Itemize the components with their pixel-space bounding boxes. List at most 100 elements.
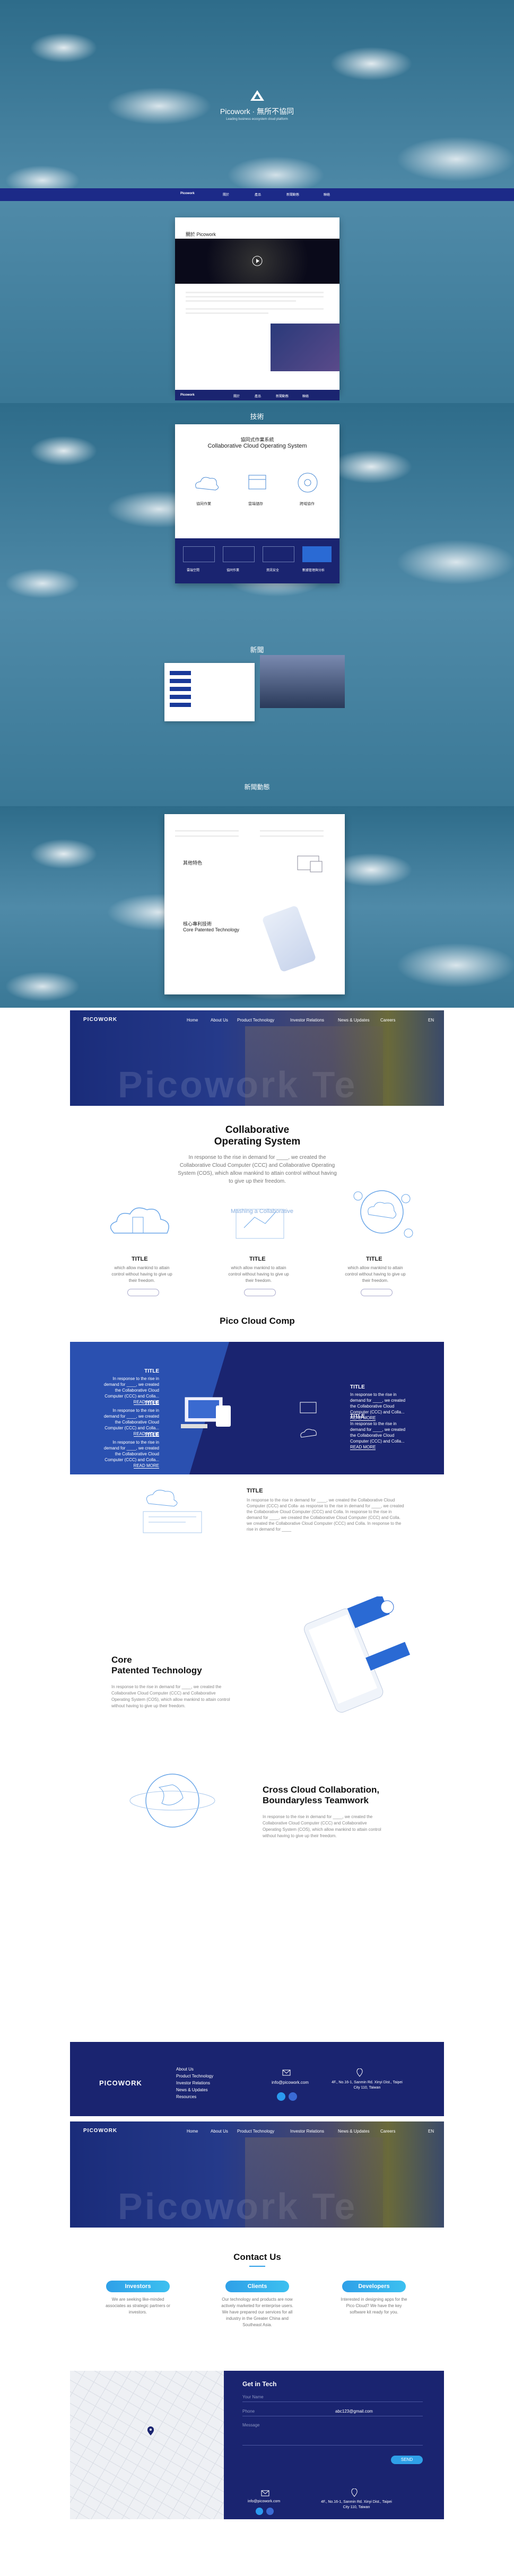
nav-news[interactable]: News & Updates bbox=[338, 2129, 370, 2134]
facebook-icon[interactable] bbox=[289, 2092, 297, 2101]
nav-about[interactable]: About Us bbox=[211, 1018, 228, 1023]
cross-text: In response to the rise in demand for __… bbox=[263, 1814, 381, 1838]
mini-nav-logo[interactable]: Picowork bbox=[180, 394, 195, 397]
core-tech-title-cn: 核心專利技術 bbox=[183, 921, 212, 927]
clients-text: Our technology and products are now acti… bbox=[221, 2297, 293, 2327]
nav-lang[interactable]: EN bbox=[428, 2129, 434, 2134]
tile-data[interactable] bbox=[302, 546, 332, 562]
core-text: In response to the rise in demand for __… bbox=[111, 1684, 230, 1708]
email-field-value[interactable]: abc123@gmail.com bbox=[335, 2409, 373, 2414]
contact-email[interactable]: info@picowork.com bbox=[248, 2500, 280, 2503]
about-section-mock: 關於 Picowork bbox=[175, 217, 339, 392]
comp-icon-right bbox=[298, 1400, 319, 1416]
phone-field-label: Phone bbox=[242, 2409, 255, 2414]
about-title: 關於 Picowork bbox=[186, 232, 216, 237]
send-button[interactable]: SEND bbox=[391, 2456, 423, 2464]
footer-link-resources[interactable]: Resources bbox=[176, 2093, 213, 2100]
mini-nav-bar: Picowork 關於 產品 新聞動態 聯絡 bbox=[0, 188, 514, 201]
footer-email[interactable]: info@picowork.com bbox=[272, 2080, 309, 2085]
footer-link-investor[interactable]: Investor Relations bbox=[176, 2080, 213, 2086]
message-field[interactable] bbox=[242, 2445, 423, 2446]
footer-address: 4F., No.16-1, Sanmin Rd. Xinyi Dist., Ta… bbox=[332, 2081, 403, 2090]
contact-twitter-icon[interactable] bbox=[256, 2508, 263, 2515]
hero-brand: Picowork · 無所不協同 bbox=[220, 107, 294, 116]
about-video-banner[interactable] bbox=[175, 239, 339, 284]
tile-label-3: 資訊安全 bbox=[266, 569, 280, 572]
nav-product[interactable]: Product Technology bbox=[237, 2129, 274, 2134]
mini-nav-news[interactable]: 新聞動態 bbox=[286, 192, 299, 197]
cos-more-button-3[interactable] bbox=[361, 1289, 393, 1296]
cos-section-desc: In response to the rise in demand for __… bbox=[178, 1155, 337, 1184]
mini-nav-product[interactable]: 產品 bbox=[255, 192, 261, 197]
site-logo[interactable]: PICOWORK bbox=[83, 2128, 117, 2134]
comp-feature-text: In response to the rise in demand for __… bbox=[103, 1376, 159, 1399]
mail-icon bbox=[282, 2069, 291, 2076]
tile-collab[interactable] bbox=[223, 546, 255, 562]
developers-text: Interested in designing apps for the Pic… bbox=[341, 2297, 407, 2315]
contact-form-panel: Get in Tech Your Name Phone abc123@gmail… bbox=[224, 2371, 444, 2519]
nav-home[interactable]: Home bbox=[187, 1018, 198, 1023]
nav-product[interactable]: Product Technology bbox=[237, 1018, 274, 1023]
hero-logo-mark bbox=[250, 90, 264, 101]
mini-nav-about[interactable]: 關於 bbox=[223, 192, 229, 197]
nav-about[interactable]: About Us bbox=[211, 2129, 228, 2134]
news-title: 新聞 bbox=[250, 646, 264, 654]
comp-feature-title: TITLE bbox=[144, 1400, 159, 1406]
cross-title-line1: Cross Cloud Collaboration, bbox=[263, 1785, 380, 1795]
news-bottom-title: 新聞動態 bbox=[244, 783, 270, 791]
message-field-label: Message bbox=[242, 2423, 260, 2427]
site-logo[interactable]: PICOWORK bbox=[83, 1017, 117, 1023]
cos-more-button-2[interactable] bbox=[244, 1289, 276, 1296]
cos-item-text-1: which allow mankind to attain control wi… bbox=[111, 1265, 172, 1283]
contact-address: 4F., No.16-1, Sanmin Rd. Xinyi Dist., Ta… bbox=[321, 2500, 392, 2509]
play-icon[interactable] bbox=[252, 256, 263, 266]
mini-nav-product[interactable]: 產品 bbox=[255, 394, 261, 398]
comp-feature-title: TITLE bbox=[350, 1384, 365, 1390]
cos-section-title: Collaborative Operating System bbox=[214, 1124, 301, 1147]
about-text-block bbox=[186, 292, 324, 314]
mini-nav-contact[interactable]: 聯絡 bbox=[324, 192, 330, 197]
footer-logo[interactable]: PICOWORK bbox=[99, 2079, 142, 2087]
footer-link-news[interactable]: News & Updates bbox=[176, 2086, 213, 2093]
nav-news[interactable]: News & Updates bbox=[338, 1018, 370, 1023]
investors-text: We are seeking like-minded associates as… bbox=[106, 2297, 170, 2315]
news-photo[interactable] bbox=[260, 655, 345, 708]
read-more-link[interactable]: READ MORE bbox=[133, 1463, 159, 1469]
nav-careers[interactable]: Careers bbox=[380, 2129, 395, 2134]
read-more-link[interactable]: READ MORE bbox=[350, 1445, 376, 1450]
core-title-line2: Patented Technology bbox=[111, 1665, 202, 1675]
investors-pill[interactable]: Investors bbox=[106, 2281, 170, 2292]
cos-title-en: Collaborative Cloud Operating System bbox=[207, 443, 307, 449]
comp-feature-text: In response to the rise in demand for __… bbox=[350, 1392, 406, 1414]
footer-link-product[interactable]: Product Technology bbox=[176, 2073, 213, 2080]
developers-pill[interactable]: Developers bbox=[342, 2281, 406, 2292]
name-field-label: Your Name bbox=[242, 2395, 264, 2399]
site-footer: PICOWORK About Us Product Technology Inv… bbox=[70, 2042, 444, 2116]
mini-nav-logo[interactable]: Picowork bbox=[180, 192, 195, 195]
tile-cloud-space[interactable] bbox=[183, 546, 215, 562]
comp-feature-title: TITLE bbox=[144, 1432, 159, 1438]
nav-investor[interactable]: Investor Relations bbox=[290, 2129, 324, 2134]
twitter-icon[interactable] bbox=[277, 2092, 285, 2101]
nav-home[interactable]: Home bbox=[187, 2129, 198, 2134]
mini-nav-news[interactable]: 新聞動態 bbox=[276, 394, 289, 398]
comp-section-title: Pico Cloud Comp bbox=[220, 1316, 295, 1326]
nav-lang[interactable]: EN bbox=[428, 1018, 434, 1023]
clients-pill[interactable]: Clients bbox=[225, 2281, 289, 2292]
map-pin-icon[interactable] bbox=[147, 2426, 154, 2436]
tile-label-2: 協同作業 bbox=[226, 569, 240, 572]
cos-illustration-3 bbox=[347, 1185, 416, 1244]
contact-facebook-icon[interactable] bbox=[266, 2508, 274, 2515]
nav-investor[interactable]: Investor Relations bbox=[290, 1018, 324, 1023]
hero-photo bbox=[245, 2137, 383, 2228]
comp-feature-title: TITLE bbox=[350, 1413, 365, 1419]
mini-nav-about[interactable]: 關於 bbox=[233, 394, 240, 398]
location-map[interactable] bbox=[70, 2371, 224, 2519]
footer-link-about[interactable]: About Us bbox=[176, 2066, 213, 2073]
tile-security[interactable] bbox=[263, 546, 294, 562]
nav-careers[interactable]: Careers bbox=[380, 1018, 395, 1023]
mini-nav-contact[interactable]: 聯絡 bbox=[302, 394, 309, 398]
cos-more-button-1[interactable] bbox=[127, 1289, 159, 1296]
comp-icon-right-2 bbox=[298, 1426, 319, 1442]
comp-feature-title: TITLE bbox=[144, 1368, 159, 1374]
